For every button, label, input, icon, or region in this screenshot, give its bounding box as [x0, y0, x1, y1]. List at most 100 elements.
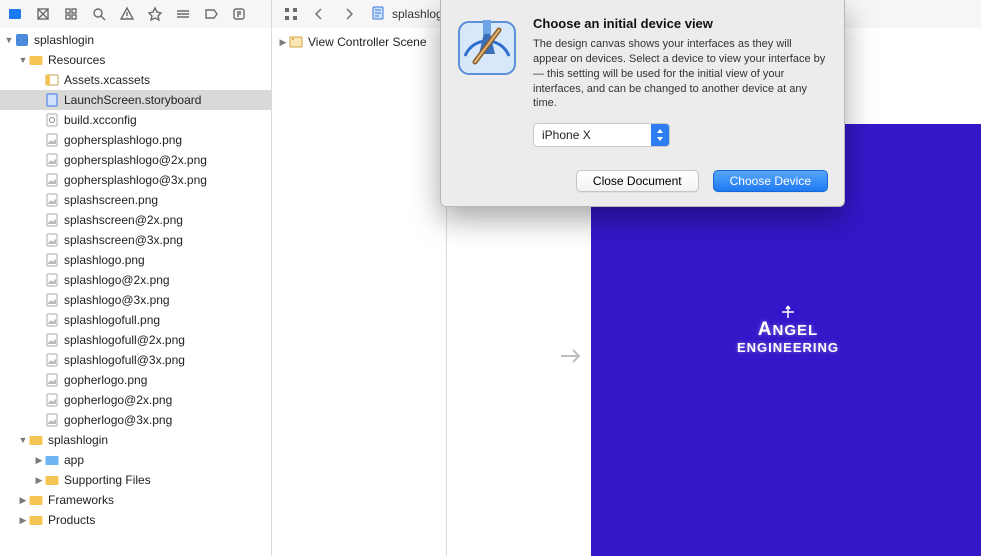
folder-icon [28, 512, 44, 528]
test-navigator-tab[interactable] [142, 2, 168, 26]
file-label: splashlogofull.png [64, 310, 160, 330]
file-row[interactable]: gopherlogo@3x.png [0, 410, 271, 430]
modal-title: Choose an initial device view [533, 16, 828, 31]
disclosure-triangle-icon[interactable]: ▶ [18, 510, 28, 530]
file-label: gophersplashlogo@2x.png [64, 150, 207, 170]
issue-navigator-tab[interactable] [114, 2, 140, 26]
file-label: splashscreen.png [64, 190, 158, 210]
image-file-icon [44, 232, 60, 248]
file-label: splashlogo.png [64, 250, 145, 270]
navigator-tab-bar [0, 0, 272, 28]
file-row[interactable]: splashlogofull.png [0, 310, 271, 330]
project-navigator-tab[interactable] [2, 2, 28, 26]
group-label: Supporting Files [64, 470, 151, 490]
file-row[interactable]: splashlogo@3x.png [0, 290, 271, 310]
modal-body-text: The design canvas shows your interfaces … [533, 37, 828, 111]
group-resources[interactable]: ▼ Resources [0, 50, 271, 70]
disclosure-triangle-icon[interactable]: ▶ [278, 32, 288, 52]
related-items-icon[interactable] [278, 2, 304, 26]
group-label: Products [48, 510, 95, 530]
image-file-icon [44, 212, 60, 228]
debug-navigator-tab[interactable] [170, 2, 196, 26]
file-row[interactable]: splashscreen@2x.png [0, 210, 271, 230]
file-row[interactable]: gopherlogo.png [0, 370, 271, 390]
file-row[interactable]: Assets.xcassets [0, 70, 271, 90]
image-file-icon [44, 152, 60, 168]
file-row[interactable]: splashlogo.png [0, 250, 271, 270]
image-file-icon [44, 172, 60, 188]
image-file-icon [44, 352, 60, 368]
image-file-icon [44, 392, 60, 408]
initial-controller-arrow-icon [557, 342, 585, 373]
logo-line1-rest: NGEL [773, 322, 819, 339]
file-row[interactable]: gopherlogo@2x.png [0, 390, 271, 410]
file-row[interactable]: LaunchScreen.storyboard [0, 90, 271, 110]
image-file-icon [44, 312, 60, 328]
scene-label: View Controller Scene [308, 32, 427, 52]
project-root[interactable]: ▼ splashlogin [0, 30, 271, 50]
select-stepper-icon[interactable] [651, 124, 669, 146]
group-products[interactable]: ▶ Products [0, 510, 271, 530]
choose-device-sheet: Choose an initial device view The design… [440, 0, 845, 207]
file-label: splashlogofull@3x.png [64, 350, 185, 370]
file-label: splashlogo@3x.png [64, 290, 170, 310]
image-file-icon [44, 412, 60, 428]
file-row[interactable]: splashlogofull@2x.png [0, 330, 271, 350]
document-outline: ▶ View Controller Scene [272, 28, 447, 556]
project-navigator: ▼ splashlogin ▼ Resources Assets.xcasset… [0, 28, 272, 556]
file-row[interactable]: splashlogofull@3x.png [0, 350, 271, 370]
disclosure-triangle-icon[interactable]: ▶ [34, 470, 44, 490]
nav-back-icon[interactable] [306, 2, 332, 26]
scene-row[interactable]: ▶ View Controller Scene [278, 32, 440, 52]
disclosure-triangle-icon[interactable]: ▼ [18, 430, 28, 450]
image-file-icon [44, 372, 60, 388]
storyboard-file-icon [44, 92, 60, 108]
disclosure-triangle-icon[interactable]: ▶ [18, 490, 28, 510]
group-app[interactable]: ▶ app [0, 450, 271, 470]
image-file-icon [44, 252, 60, 268]
file-label: build.xcconfig [64, 110, 137, 130]
disclosure-triangle-icon[interactable]: ▼ [4, 30, 14, 50]
breakpoint-navigator-tab[interactable] [198, 2, 224, 26]
file-label: gopherlogo@2x.png [64, 390, 172, 410]
file-row[interactable]: gophersplashlogo.png [0, 130, 271, 150]
source-control-navigator-tab[interactable] [30, 2, 56, 26]
file-label: splashscreen@2x.png [64, 210, 183, 230]
group-label: Resources [48, 50, 105, 70]
assets-catalog-icon [44, 72, 60, 88]
nav-forward-icon[interactable] [336, 2, 362, 26]
symbol-navigator-tab[interactable] [58, 2, 84, 26]
group-supporting-files[interactable]: ▶ Supporting Files [0, 470, 271, 490]
xcode-project-icon [14, 32, 30, 48]
file-label: gopherlogo.png [64, 370, 147, 390]
close-document-button[interactable]: Close Document [576, 170, 699, 192]
disclosure-triangle-icon[interactable]: ▶ [34, 450, 44, 470]
file-label: gophersplashlogo.png [64, 130, 182, 150]
logo-line2: ENGINEERING [737, 341, 839, 355]
file-row[interactable]: splashlogo@2x.png [0, 270, 271, 290]
disclosure-triangle-icon[interactable]: ▼ [18, 50, 28, 70]
group-frameworks[interactable]: ▶ Frameworks [0, 490, 271, 510]
report-navigator-tab[interactable] [226, 2, 252, 26]
device-select[interactable]: iPhone X [533, 123, 670, 147]
folder-icon [28, 52, 44, 68]
file-label: LaunchScreen.storyboard [64, 90, 201, 110]
file-row[interactable]: splashscreen@3x.png [0, 230, 271, 250]
file-row[interactable]: build.xcconfig [0, 110, 271, 130]
xcode-app-icon [455, 16, 519, 80]
folder-icon [28, 432, 44, 448]
file-label: Assets.xcassets [64, 70, 150, 90]
file-label: splashlogo@2x.png [64, 270, 170, 290]
group-splashlogin[interactable]: ▼ splashlogin [0, 430, 271, 450]
choose-device-button[interactable]: Choose Device [713, 170, 828, 192]
file-row[interactable]: gophersplashlogo@3x.png [0, 170, 271, 190]
file-row[interactable]: gophersplashlogo@2x.png [0, 150, 271, 170]
group-label: Frameworks [48, 490, 114, 510]
view-controller-scene-icon [288, 34, 304, 50]
find-navigator-tab[interactable] [86, 2, 112, 26]
storyboard-file-icon [370, 5, 386, 24]
group-label: app [64, 450, 84, 470]
folder-icon [28, 492, 44, 508]
file-row[interactable]: splashscreen.png [0, 190, 271, 210]
logo-line1-a: A [758, 319, 773, 340]
